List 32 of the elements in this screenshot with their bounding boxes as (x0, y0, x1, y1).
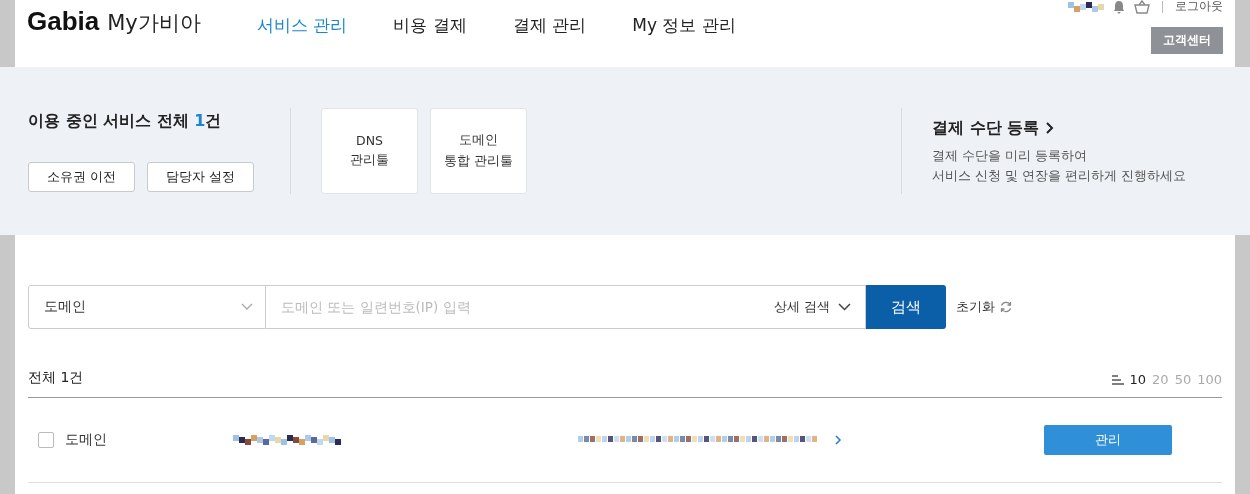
chevron-right-icon (1045, 121, 1056, 135)
logo-subtitle: My가비아 (107, 10, 201, 37)
row-checkbox[interactable] (38, 432, 54, 448)
logo[interactable]: Gabia (27, 6, 100, 37)
nav-tab[interactable]: My 정보 관리 (632, 14, 736, 37)
tool-card[interactable]: 도메인 통합 관리툴 (430, 108, 527, 194)
chevron-down-icon (241, 303, 253, 311)
list-icon (1111, 374, 1124, 385)
tool-card[interactable]: DNS 관리툴 (321, 108, 418, 194)
page-size-option[interactable]: 10 (1129, 372, 1147, 387)
nav-tab[interactable]: 비용 결제 (393, 14, 467, 37)
search-button[interactable]: 검색 (866, 285, 947, 329)
category-select[interactable]: 도메인 (28, 285, 266, 329)
nav-tab[interactable]: 결제 관리 (512, 14, 587, 37)
total-count: 전체 1건 (28, 369, 84, 387)
nav-tab[interactable]: 서비스 관리 (257, 14, 348, 37)
action-button[interactable]: 담당자 설정 (147, 161, 255, 192)
advanced-search-toggle[interactable]: 상세 검색 (766, 285, 867, 329)
search-field[interactable]: 도메인 또는 일련번호(IP) 입력 (266, 285, 766, 329)
refresh-icon (999, 300, 1014, 314)
payment-link[interactable]: 결제 수단 등록 (932, 117, 1040, 139)
chevron-down-icon (838, 303, 852, 311)
reset-button[interactable]: 초기화 (950, 297, 1020, 317)
payment-description: 결제 수단을 미리 등록하여 (932, 147, 1088, 165)
payment-description: 서비스 신청 및 연장을 편리하게 진행하세요 (932, 167, 1187, 185)
service-type: 도메인 (65, 431, 107, 449)
logout-link[interactable]: 로그아웃 (1175, 0, 1223, 15)
bell-icon[interactable] (1112, 0, 1126, 14)
pixelated-avatar-drawing (1068, 1, 1104, 12)
action-button[interactable]: 소유권 이전 (28, 161, 136, 192)
basket-icon[interactable] (1134, 0, 1150, 14)
service-count-title: 이용 중인 서비스 전체 1건 (28, 110, 223, 132)
